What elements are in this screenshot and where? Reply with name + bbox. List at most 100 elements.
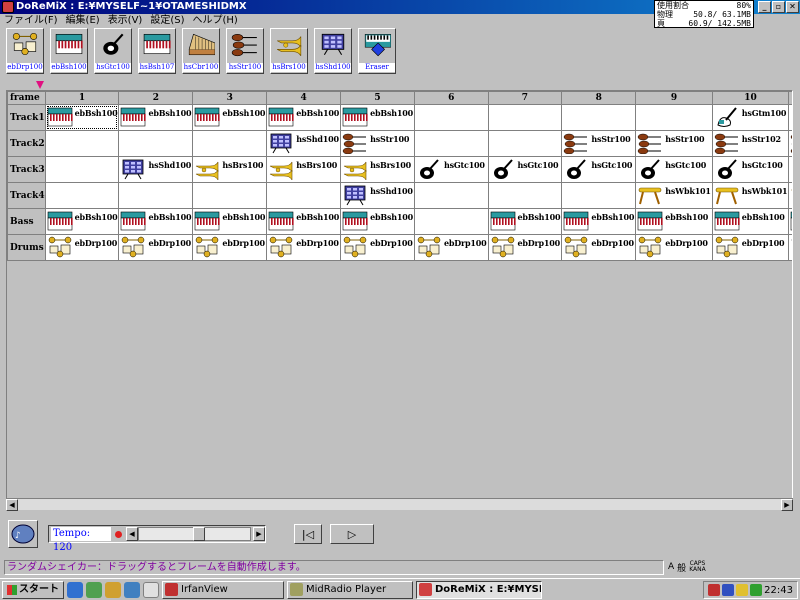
pattern-block[interactable]: ebDrp100 xyxy=(268,236,340,260)
play-button[interactable]: ▷ xyxy=(330,524,374,544)
track-label[interactable]: Track2 xyxy=(7,130,46,157)
frame-header-1[interactable]: 1 xyxy=(44,91,120,105)
pattern-block[interactable]: hsWbk1 xyxy=(790,184,792,208)
grid-cell[interactable]: hsGtc1 xyxy=(788,156,792,183)
grid-cell[interactable] xyxy=(487,182,563,209)
grid-cell[interactable] xyxy=(192,182,268,209)
task-irfanview[interactable]: IrfanView xyxy=(162,580,284,599)
pattern-block[interactable]: hsShd100 xyxy=(268,132,340,156)
horizontal-scrollbar[interactable]: ◀ ▶ xyxy=(6,498,793,511)
grid-cell[interactable]: hsWbk101 xyxy=(635,182,713,209)
channels-quicklaunch-icon[interactable] xyxy=(105,581,121,598)
pattern-block[interactable]: ebBsh100 xyxy=(194,210,266,234)
grid-cell[interactable]: hsBrs100 xyxy=(340,156,415,183)
pattern-block[interactable]: hsStr1 xyxy=(790,132,792,156)
grid-cell[interactable]: ebBsh100 xyxy=(266,104,342,131)
pattern-block[interactable]: ebBsh100 xyxy=(790,210,792,234)
grid-cell[interactable]: hsGtc100 xyxy=(487,156,563,183)
pattern-block[interactable]: hsStr102 xyxy=(713,132,788,156)
pattern-block[interactable]: ebDrp100 xyxy=(713,236,788,260)
grid-cell[interactable]: ebBsh100 xyxy=(711,208,790,235)
playhead-marker-icon[interactable] xyxy=(36,81,44,89)
pattern-block[interactable]: ebDrp100 xyxy=(637,236,712,260)
frame-header-4[interactable]: 4 xyxy=(266,91,342,105)
grid-cell[interactable]: hsWbk1 xyxy=(788,182,792,209)
menu-help[interactable]: ヘルプ(H) xyxy=(193,14,238,28)
start-button[interactable]: スタート xyxy=(2,580,64,599)
pattern-block[interactable]: ebBsh100 xyxy=(268,106,340,130)
tool-button-hscbr100[interactable]: hsCbr100 xyxy=(182,28,220,74)
pattern-block[interactable]: hsGtc100 xyxy=(713,158,788,182)
menu-view[interactable]: 表示(V) xyxy=(108,14,143,28)
scroll-right-button[interactable]: ▶ xyxy=(781,499,793,511)
pattern-block[interactable]: ebBsh100 xyxy=(342,210,414,234)
pattern-block[interactable]: ebDrp1 xyxy=(790,236,792,260)
pattern-block[interactable]: ebBsh100 xyxy=(46,106,118,130)
pattern-block[interactable]: hsGtc100 xyxy=(563,158,635,182)
track-label[interactable]: Track1 xyxy=(7,104,46,131)
tool-button-hsbsh107[interactable]: hsBsh107 xyxy=(138,28,176,74)
pattern-block[interactable]: hsGtc100 xyxy=(489,158,561,182)
pattern-block[interactable]: hsStr100 xyxy=(637,132,712,156)
frame-header-11[interactable]: 11 xyxy=(788,91,792,105)
scroll-left-button[interactable]: ◀ xyxy=(6,499,18,511)
pattern-block[interactable]: hsGtm1 xyxy=(790,106,792,130)
pattern-block[interactable]: hsBrs100 xyxy=(194,158,266,182)
grid-cell[interactable] xyxy=(44,156,120,183)
pattern-block[interactable]: ebBsh100 xyxy=(637,210,712,234)
grid-cell[interactable]: ebDrp1 xyxy=(788,234,792,261)
tool-button-ebbsh100[interactable]: ebBsh100 xyxy=(50,28,88,74)
grid-cell[interactable]: ebDrp100 xyxy=(192,234,268,261)
grid-cell[interactable]: hsStr100 xyxy=(635,130,713,157)
grid-cell[interactable]: hsShd100 xyxy=(118,156,194,183)
track-label[interactable]: Track3 xyxy=(7,156,46,183)
grid-cell[interactable] xyxy=(413,208,489,235)
grid-cell[interactable] xyxy=(118,182,194,209)
pattern-block[interactable]: hsWbk101 xyxy=(713,184,788,208)
grid-cell[interactable] xyxy=(561,182,637,209)
grid-cell[interactable]: hsGtc100 xyxy=(635,156,713,183)
outlook-quicklaunch-icon[interactable] xyxy=(86,581,102,598)
pattern-block[interactable]: hsGtm100 xyxy=(713,106,788,130)
pattern-block[interactable]: ebDrp100 xyxy=(194,236,266,260)
pattern-block[interactable]: hsWbk101 xyxy=(637,184,712,208)
grid-cell[interactable]: hsGtc100 xyxy=(561,156,637,183)
grid-cell[interactable] xyxy=(192,130,268,157)
tempo-slider-thumb[interactable] xyxy=(193,527,205,541)
ime-mode-general[interactable]: 般 xyxy=(677,561,686,574)
grid-cell[interactable]: ebDrp100 xyxy=(635,234,713,261)
grid-cell[interactable]: hsStr102 xyxy=(711,130,790,157)
grid-cell[interactable] xyxy=(44,130,120,157)
clock[interactable]: 22:43 xyxy=(764,585,793,596)
frame-header-2[interactable]: 2 xyxy=(118,91,194,105)
tool-button-ebdrp100[interactable]: ebDrp100 xyxy=(6,28,44,74)
tool-button-hsbrs100[interactable]: hsBrs100 xyxy=(270,28,308,74)
grid-cell[interactable]: hsStr100 xyxy=(561,130,637,157)
grid-cell[interactable]: ebBsh100 xyxy=(44,208,120,235)
grid-cell[interactable]: hsShd100 xyxy=(266,130,342,157)
close-button[interactable]: ✕ xyxy=(786,1,799,13)
pattern-block[interactable]: hsStr100 xyxy=(342,132,414,156)
pattern-block[interactable]: hsGtc100 xyxy=(415,158,487,182)
grid-cell[interactable]: ebBsh100 xyxy=(192,208,268,235)
pattern-block[interactable]: ebDrp100 xyxy=(342,236,414,260)
pattern-block[interactable]: ebBsh100 xyxy=(713,210,788,234)
pattern-block[interactable]: ebDrp100 xyxy=(46,236,118,260)
pattern-block[interactable]: hsBrs100 xyxy=(268,158,340,182)
grid-cell[interactable]: ebBsh100 xyxy=(635,208,713,235)
pattern-block[interactable]: ebBsh100 xyxy=(120,210,192,234)
pattern-block[interactable]: hsBrs100 xyxy=(342,158,414,182)
pattern-block[interactable]: ebDrp100 xyxy=(489,236,561,260)
app-icon[interactable] xyxy=(2,1,14,13)
pattern-block[interactable]: ebBsh100 xyxy=(268,210,340,234)
grid-cell[interactable] xyxy=(487,130,563,157)
grid-cell[interactable] xyxy=(266,182,342,209)
grid-cell[interactable]: ebDrp100 xyxy=(711,234,790,261)
pattern-block[interactable]: hsStr100 xyxy=(563,132,635,156)
grid-cell[interactable]: ebDrp100 xyxy=(340,234,415,261)
random-shaker-button[interactable]: ♪ xyxy=(8,520,38,548)
rewind-button[interactable]: |◁ xyxy=(294,524,322,544)
task-doremix[interactable]: DoReMiX : E:¥MYSEL... xyxy=(416,580,542,599)
grid-cell[interactable]: ebDrp100 xyxy=(118,234,194,261)
pattern-block[interactable]: hsShd100 xyxy=(342,184,414,208)
